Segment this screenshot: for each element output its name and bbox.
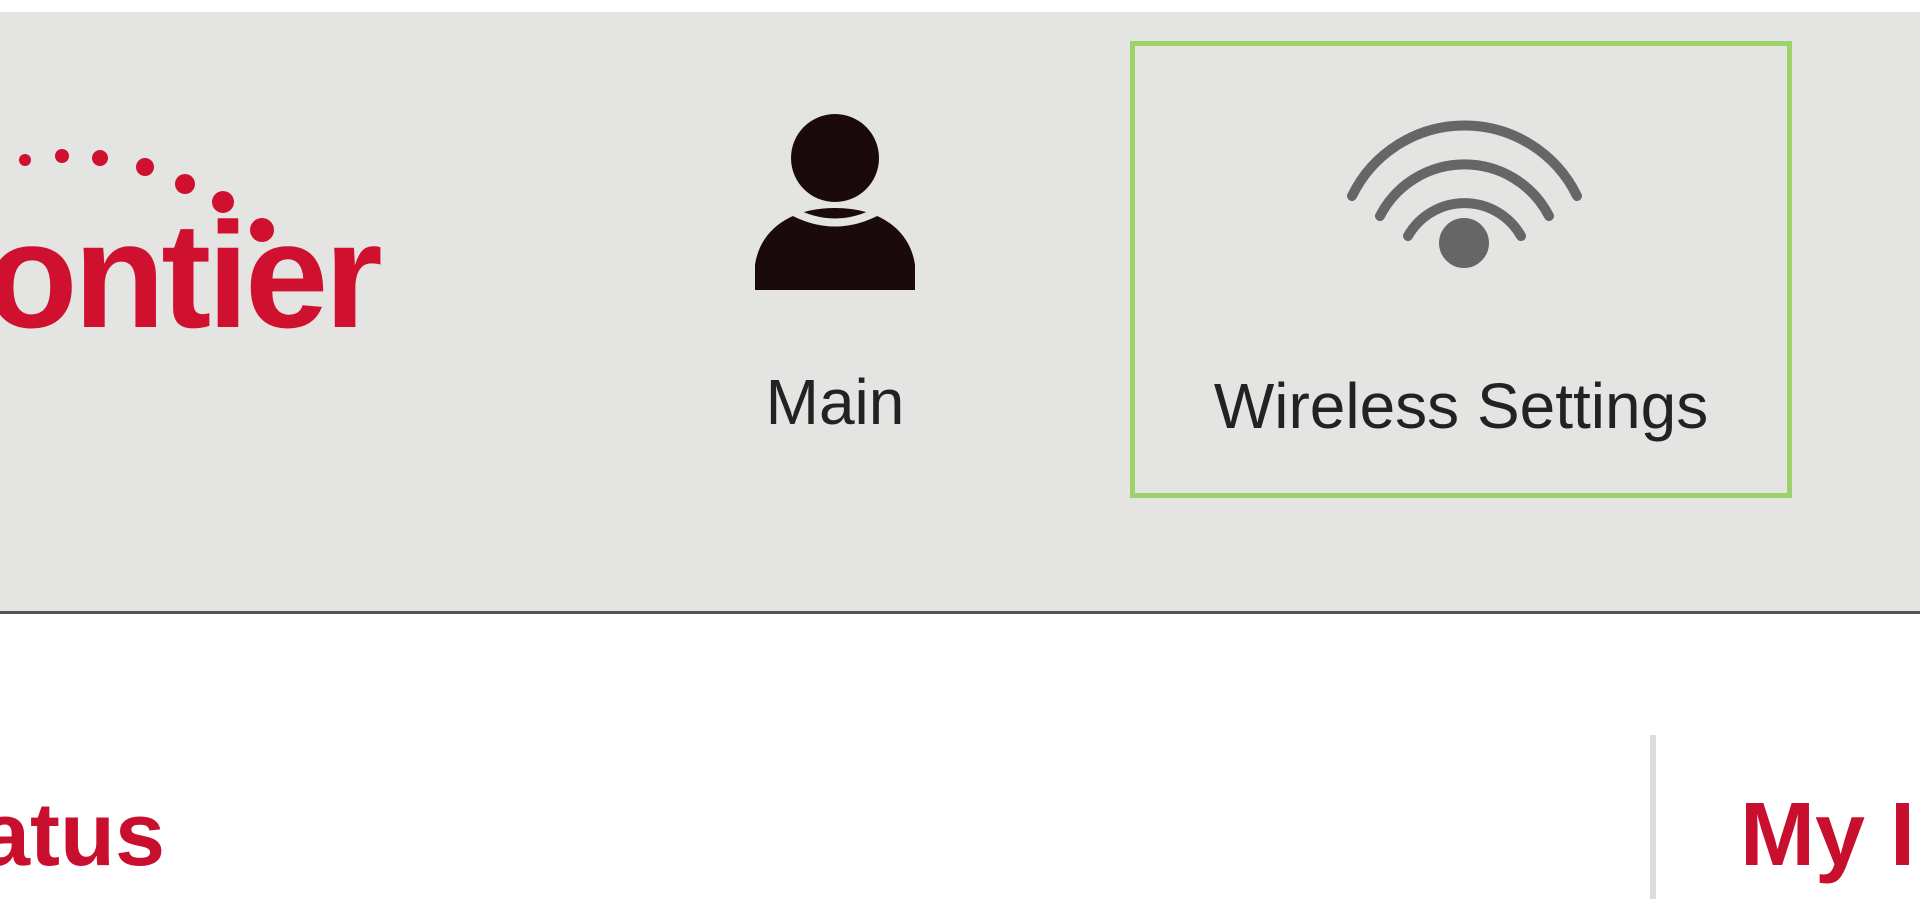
- wifi-icon: [1347, 120, 1582, 268]
- status-section-heading: atus: [0, 785, 166, 885]
- my-network-section-heading: My I: [1740, 785, 1916, 885]
- router-admin-page: ontier Main Wireless Settings atus My I: [0, 0, 1920, 899]
- brand-logo[interactable]: ontier: [0, 0, 460, 400]
- nav-item-wireless-settings[interactable]: Wireless Settings: [1130, 41, 1792, 498]
- user-icon: [755, 114, 915, 290]
- nav-label-main: Main: [765, 366, 905, 438]
- logo-wordmark: ontier: [0, 191, 383, 359]
- section-divider: [1650, 735, 1656, 899]
- nav-item-main[interactable]: Main: [700, 90, 970, 460]
- nav-label-wireless-settings: Wireless Settings: [1213, 370, 1709, 442]
- header-bar: ontier Main Wireless Settings: [0, 0, 1920, 614]
